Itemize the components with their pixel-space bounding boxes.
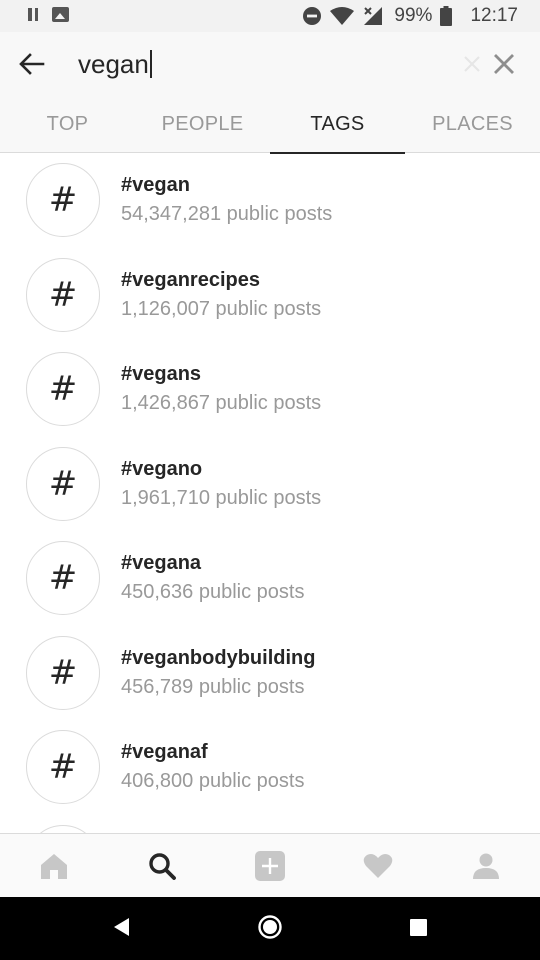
post-count: 1,126,007 public posts (121, 297, 322, 320)
nav-activity[interactable] (324, 834, 432, 897)
hashtag-icon: # (26, 352, 100, 426)
list-item[interactable]: # #veganaf 406,800 public posts (0, 720, 540, 815)
hashtag-icon: # (26, 730, 100, 804)
battery-icon (440, 6, 453, 26)
system-home-button[interactable] (257, 914, 283, 940)
tag-name: #vegan (121, 174, 190, 196)
nav-home[interactable] (0, 834, 108, 897)
search-query: vegan (78, 49, 149, 79)
tab-tags[interactable]: TAGS (270, 96, 405, 154)
add-post-icon (255, 850, 285, 881)
list-item[interactable]: # #vegans 1,426,867 public posts (0, 342, 540, 437)
bottom-nav (0, 833, 540, 897)
close-icon (464, 56, 480, 72)
hashtag-icon: # (26, 257, 100, 332)
search-tabs: TOP PEOPLE TAGS PLACES (0, 96, 540, 154)
status-bar: 99% 12:17 (0, 0, 540, 32)
back-button[interactable] (14, 48, 50, 80)
tag-name: #vegana (121, 552, 202, 574)
list-item[interactable] (0, 815, 540, 833)
post-count: 1,961,710 public posts (121, 486, 322, 509)
search-input[interactable]: vegan (78, 46, 448, 82)
system-recents-button[interactable] (410, 919, 427, 936)
nav-add-post[interactable] (216, 834, 324, 897)
system-back-button[interactable] (112, 917, 130, 937)
hashtag-icon: # (26, 635, 100, 710)
tag-results-list: # #vegan 54,347,281 public posts # #vega… (0, 153, 540, 833)
post-count: 1,426,867 public posts (121, 392, 322, 414)
signal-icon (364, 7, 383, 25)
hashtag-icon (26, 824, 100, 833)
tab-top[interactable]: TOP (0, 96, 135, 153)
post-count: 450,636 public posts (121, 581, 305, 603)
clear-search-button[interactable] (490, 50, 518, 78)
hashtag-icon: # (26, 163, 100, 237)
do-not-disturb-icon (303, 7, 322, 25)
pause-icon (28, 8, 38, 21)
back-arrow-icon (19, 53, 45, 75)
post-count: 406,800 public posts (121, 770, 305, 792)
nav-profile[interactable] (432, 834, 540, 897)
wifi-icon (330, 6, 355, 25)
home-icon (41, 853, 67, 879)
profile-icon (473, 853, 499, 879)
search-icon (149, 852, 176, 880)
battery-percent: 99% (394, 5, 433, 26)
list-item[interactable]: # #vegan 54,347,281 public posts (0, 153, 540, 248)
hashtag-icon: # (26, 541, 100, 615)
nav-search[interactable] (108, 834, 216, 897)
gallery-icon (52, 7, 69, 22)
tag-name: #veganaf (121, 741, 208, 763)
list-item[interactable]: # #veganrecipes 1,126,007 public posts (0, 248, 540, 343)
text-cursor (149, 50, 152, 78)
list-item[interactable]: # #vegana 450,636 public posts (0, 531, 540, 626)
clock: 12:17 (470, 5, 518, 26)
post-count: 456,789 public posts (121, 675, 305, 698)
tag-name: #veganrecipes (121, 268, 260, 291)
search-header: vegan (0, 32, 540, 96)
tag-name: #vegans (121, 363, 202, 385)
tag-name: #vegano (121, 457, 203, 480)
hashtag-icon: # (26, 446, 100, 521)
heart-icon (363, 853, 393, 878)
post-count: 54,347,281 public posts (121, 203, 333, 225)
tag-name: #veganbodybuilding (121, 646, 316, 669)
tab-people[interactable]: PEOPLE (135, 96, 270, 153)
tab-places[interactable]: PLACES (405, 96, 540, 153)
system-nav-bar (0, 897, 540, 960)
list-item[interactable]: # #vegano 1,961,710 public posts (0, 437, 540, 532)
list-item[interactable]: # #veganbodybuilding 456,789 public post… (0, 626, 540, 721)
